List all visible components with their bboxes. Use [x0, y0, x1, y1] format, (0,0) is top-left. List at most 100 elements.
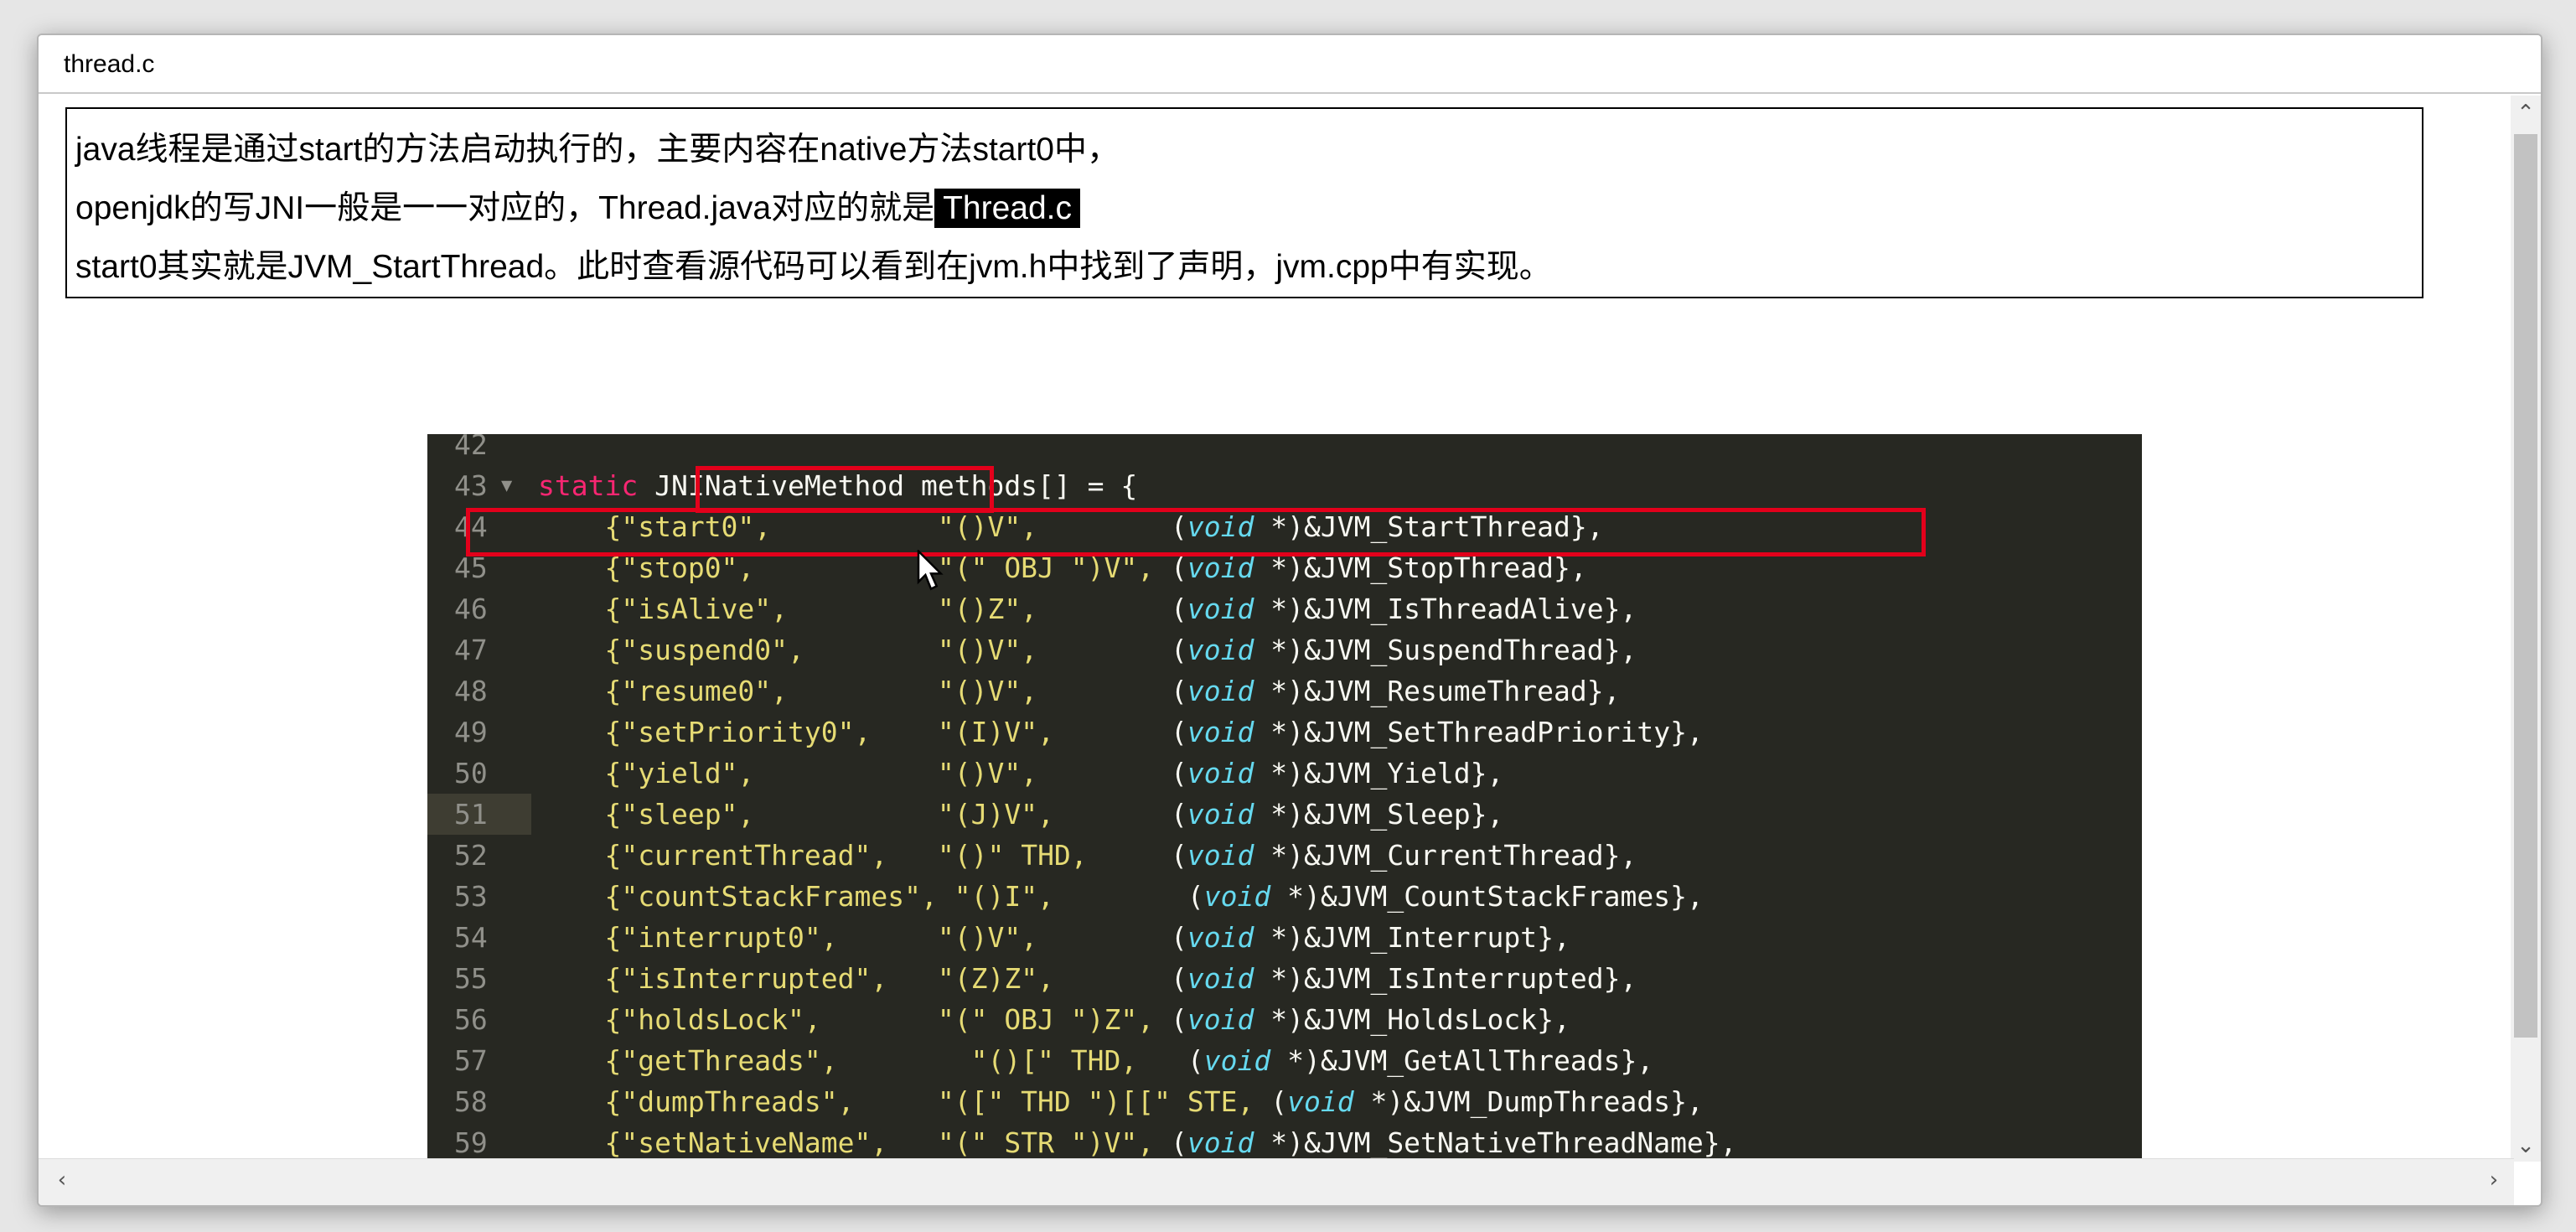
spacing — [1088, 839, 1171, 872]
code-text: {"getThreads", "()[" THD, (void *)&JVM_G… — [538, 1040, 1653, 1081]
function-pointer: *)&JVM_SuspendThread}, — [1254, 634, 1637, 666]
code-text: {"resume0", "()V", (void *)&JVM_ResumeTh… — [538, 670, 1620, 712]
method-signature: "()V", — [937, 757, 1038, 789]
code-text: {"countStackFrames", "()I", (void *)&JVM… — [538, 876, 1703, 917]
title-bar: thread.c — [39, 35, 2541, 94]
code-line: 58 {"dumpThreads", "([" THD ")[[" STE, (… — [427, 1081, 2142, 1122]
type-void: void — [1187, 716, 1254, 748]
type-void: void — [1187, 921, 1254, 954]
method-signature: "(J)V", — [937, 798, 1054, 831]
type-void: void — [1187, 839, 1254, 872]
type-void: void — [1187, 593, 1254, 625]
method-name: {"dumpThreads", — [604, 1085, 855, 1118]
chevron-left-icon[interactable]: ‹ — [47, 1167, 77, 1193]
method-name: {"yield", — [604, 757, 755, 789]
type-void: void — [1187, 962, 1254, 995]
spacing — [887, 962, 938, 995]
type-void: void — [1187, 757, 1254, 789]
function-pointer: *)&JVM_IsThreadAlive}, — [1254, 593, 1637, 625]
spacing — [1054, 962, 1171, 995]
spacing — [1054, 798, 1171, 831]
code-line: 55 {"isInterrupted", "(Z)Z", (void *)&JV… — [427, 958, 2142, 999]
line-number: 46 — [454, 593, 488, 625]
spacing — [838, 921, 938, 954]
method-signature: "(I)V", — [937, 716, 1054, 748]
cast-open: ( — [1171, 921, 1187, 954]
document-content: java线程是通过start的方法启动执行的，主要内容在native方法star… — [39, 96, 2514, 1162]
note-line-2-text: openjdk的写JNI一般是一一对应的，Thread.java对应的就是 — [75, 190, 935, 226]
vertical-scroll-thumb[interactable] — [2514, 134, 2537, 1038]
type-void: void — [1203, 880, 1271, 913]
spacing — [1254, 1085, 1270, 1118]
line-number: 50 — [454, 757, 488, 789]
chevron-up-icon[interactable]: ⌃ — [2511, 101, 2541, 126]
spacing — [855, 1085, 938, 1118]
spacing — [838, 1044, 954, 1077]
method-name: {"suspend0", — [604, 634, 804, 666]
code-line: 47 {"suspend0", "()V", (void *)&JVM_Susp… — [427, 629, 2142, 670]
spacing — [1054, 880, 1187, 913]
type-void: void — [1203, 1044, 1271, 1077]
code-line: 59 {"setNativeName", "(" STR ")V", (void… — [427, 1122, 2142, 1162]
line-number: 42 — [454, 434, 488, 461]
function-pointer: *)&JVM_IsInterrupted}, — [1254, 962, 1637, 995]
cast-open: ( — [1171, 1003, 1187, 1036]
type-void: void — [1287, 1085, 1354, 1118]
code-text: {"interrupt0", "()V", (void *)&JVM_Inter… — [538, 917, 1570, 958]
method-name: {"holdsLock", — [604, 1003, 821, 1036]
chevron-down-icon[interactable]: ⌄ — [2511, 1133, 2541, 1158]
method-name: {"isAlive", — [604, 593, 789, 625]
function-pointer: *)&JVM_Sleep}, — [1254, 798, 1504, 831]
spacing — [1154, 1003, 1171, 1036]
method-signature: "()V", — [937, 634, 1038, 666]
code-text: {"setNativeName", "(" STR ")V", (void *)… — [538, 1122, 1736, 1162]
code-line: 48 {"resume0", "()V", (void *)&JVM_Resum… — [427, 670, 2142, 712]
cast-open: ( — [1171, 716, 1187, 748]
highlight-box-type — [696, 466, 994, 513]
function-pointer: *)&JVM_HoldsLock}, — [1254, 1003, 1570, 1036]
spacing — [887, 839, 938, 872]
method-name: {"interrupt0", — [604, 921, 838, 954]
spacing — [754, 757, 938, 789]
vertical-scrollbar[interactable]: ⌃ ⌄ — [2511, 96, 2541, 1162]
note-line-1: java线程是通过start的方法启动执行的，主要内容在native方法star… — [75, 132, 1120, 168]
code-text: {"yield", "()V", (void *)&JVM_Yield}, — [538, 753, 1503, 794]
highlight-box-line-44 — [466, 508, 1926, 556]
type-void: void — [1187, 798, 1254, 831]
code-line: 52 {"currentThread", "()" THD, (void *)&… — [427, 835, 2142, 876]
horizontal-scrollbar[interactable]: ‹ › — [39, 1158, 2514, 1205]
function-pointer: *)&JVM_CurrentThread}, — [1254, 839, 1637, 872]
spacing — [821, 1003, 938, 1036]
code-line: 53 {"countStackFrames", "()I", (void *)&… — [427, 876, 2142, 917]
spacing — [804, 634, 938, 666]
method-name: {"sleep", — [604, 798, 755, 831]
method-signature: "()V", — [937, 921, 1038, 954]
line-number: 47 — [454, 634, 488, 666]
code-text: {"isInterrupted", "(Z)Z", (void *)&JVM_I… — [538, 958, 1637, 999]
code-line: 49 {"setPriority0", "(I)V", (void *)&JVM… — [427, 712, 2142, 753]
cast-open: ( — [1171, 962, 1187, 995]
chevron-right-icon[interactable]: › — [2479, 1167, 2509, 1193]
type-void: void — [1187, 634, 1254, 666]
method-signature: "()Z", — [937, 593, 1038, 625]
code-text: {"holdsLock", "(" OBJ ")Z", (void *)&JVM… — [538, 999, 1570, 1040]
mouse-pointer-icon — [917, 550, 944, 591]
line-number: 49 — [454, 716, 488, 748]
method-name: {"resume0", — [604, 675, 789, 707]
method-name: {"isInterrupted", — [604, 962, 888, 995]
line-number: 52 — [454, 839, 488, 872]
code-text: {"suspend0", "()V", (void *)&JVM_Suspend… — [538, 629, 1637, 670]
fold-triangle-icon[interactable]: ▼ — [501, 465, 512, 506]
cast-open: ( — [1171, 757, 1187, 789]
code-line: 54 {"interrupt0", "()V", (void *)&JVM_In… — [427, 917, 2142, 958]
line-number: 59 — [454, 1126, 488, 1159]
cast-open: ( — [1187, 1044, 1204, 1077]
